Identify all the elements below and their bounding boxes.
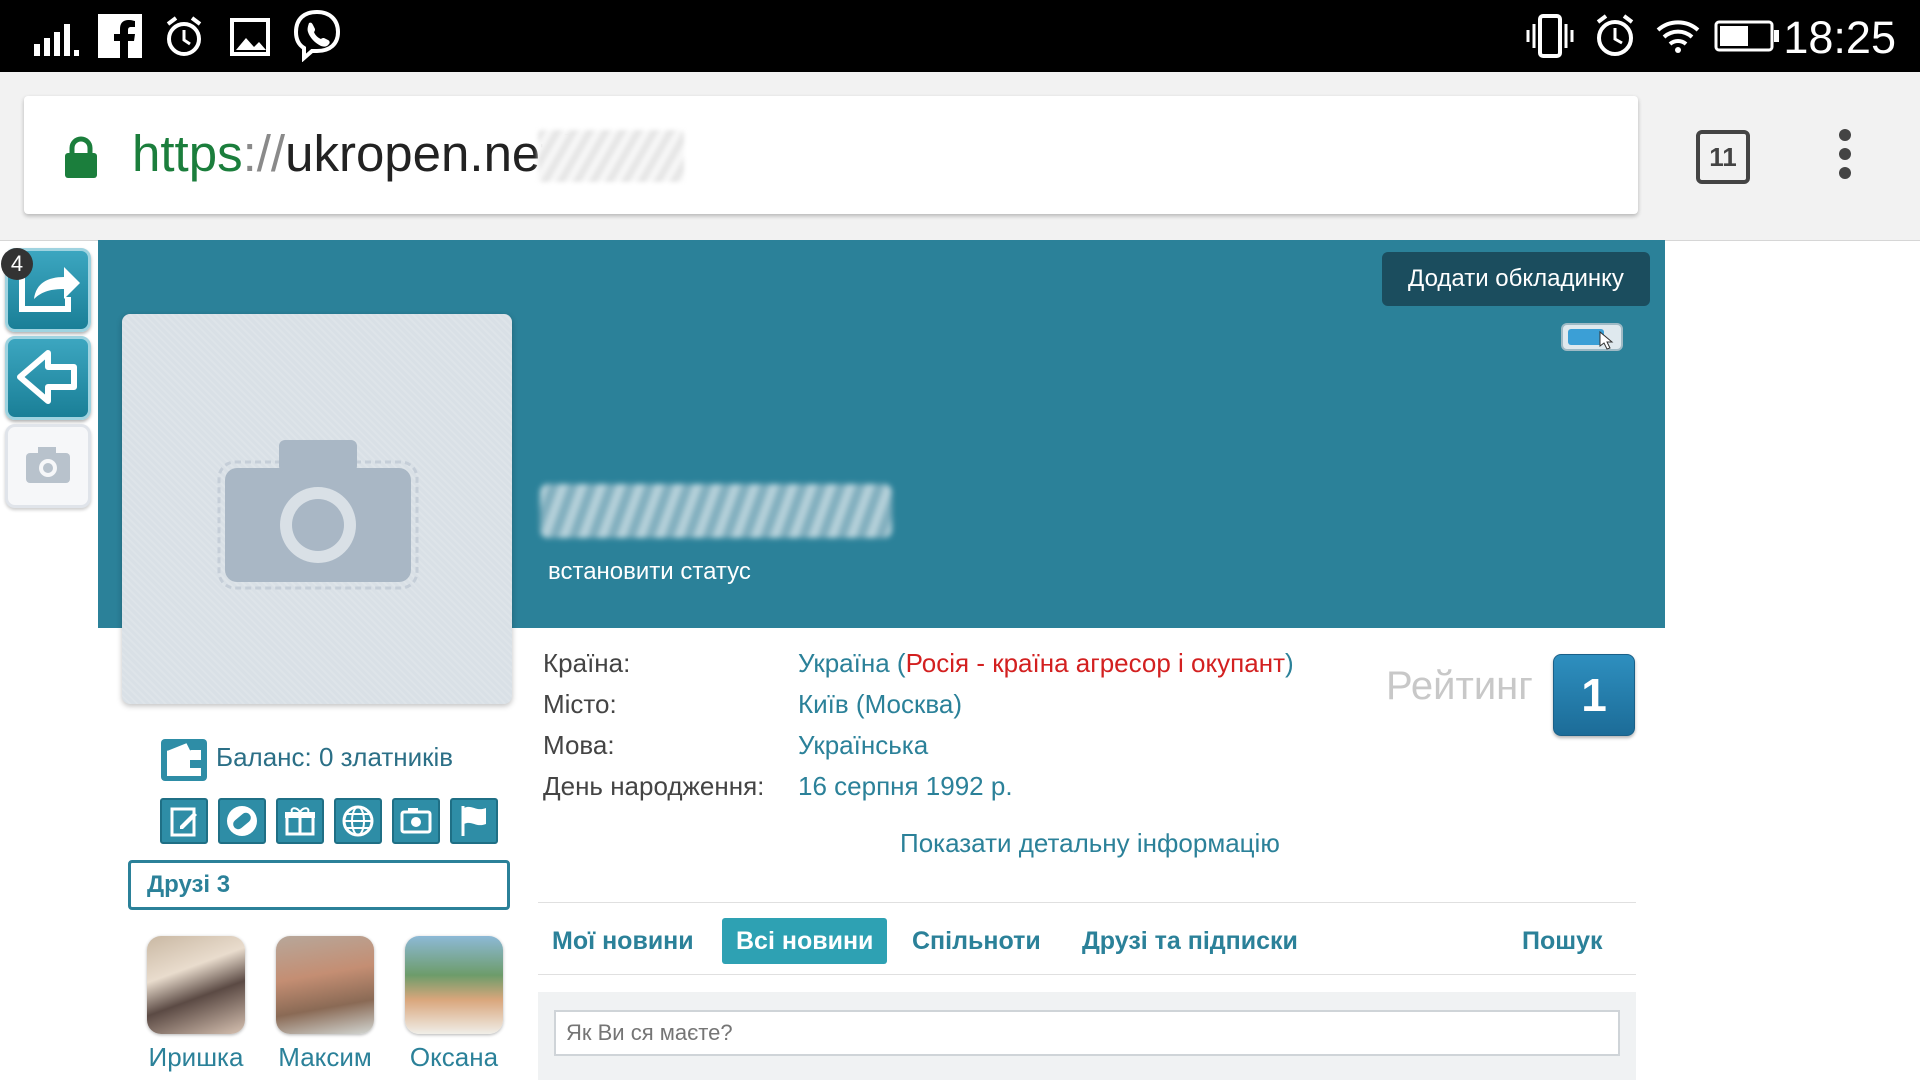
country-label: Країна: bbox=[543, 648, 631, 678]
post-composer bbox=[538, 992, 1636, 1080]
gift-button[interactable] bbox=[276, 798, 324, 844]
birthday-value: 16 серпня 1992 р. bbox=[798, 771, 1013, 801]
friends-title: Друзі 3 bbox=[147, 871, 231, 898]
wifi-icon bbox=[1656, 20, 1700, 53]
photo-icon bbox=[400, 808, 432, 834]
friend-card[interactable]: Оксана bbox=[404, 936, 504, 1073]
balance-text: Баланс: 0 златників bbox=[216, 742, 454, 772]
url-host: ukropen.net/ bbox=[285, 125, 569, 182]
friend-card[interactable]: Максим bbox=[275, 936, 375, 1073]
friend-avatar[interactable] bbox=[405, 936, 503, 1034]
back-button[interactable] bbox=[5, 336, 91, 420]
tab-my-news[interactable]: Мої новини bbox=[552, 918, 694, 964]
language-value[interactable]: Українська bbox=[798, 730, 928, 761]
city-value[interactable]: Київ (Москва) bbox=[798, 689, 962, 720]
divider bbox=[538, 902, 1636, 903]
friend-name[interactable]: Иришка bbox=[146, 1042, 246, 1073]
birthday-label: День народження: bbox=[543, 771, 765, 801]
browser-toolbar: https://ukropen.net/ 11 bbox=[0, 72, 1920, 241]
rating-label: Рейтинг bbox=[1386, 664, 1533, 708]
facebook-icon bbox=[98, 14, 142, 58]
pill-button[interactable] bbox=[218, 798, 266, 844]
tab-communities[interactable]: Спільноти bbox=[912, 918, 1041, 964]
url-scheme: https bbox=[132, 125, 243, 182]
language-label: Мова: bbox=[543, 730, 615, 760]
post-input[interactable] bbox=[554, 1010, 1620, 1056]
tab-search[interactable]: Пошук bbox=[1522, 918, 1603, 964]
tab-friends-subscriptions[interactable]: Друзі та підписки bbox=[1082, 918, 1298, 964]
show-details-link[interactable]: Показати детальну інформацію bbox=[900, 828, 1280, 859]
tab-all-news[interactable]: Всі новини bbox=[722, 918, 888, 964]
user-name-redacted bbox=[540, 484, 892, 538]
country-note: Росія - країна агресор і окупант bbox=[905, 648, 1285, 678]
flag-button[interactable] bbox=[450, 798, 498, 844]
rating-badge: 1 bbox=[1553, 654, 1635, 736]
image-icon bbox=[230, 18, 270, 56]
status-bar: 18:25 bbox=[0, 0, 1920, 72]
wallet-icon bbox=[161, 739, 207, 781]
address-bar[interactable]: https://ukropen.net/ bbox=[24, 96, 1638, 214]
signal-icon bbox=[34, 24, 79, 56]
divider bbox=[538, 974, 1636, 975]
pill-icon bbox=[227, 806, 257, 836]
globe-button[interactable] bbox=[334, 798, 382, 844]
country-close: ) bbox=[1285, 648, 1294, 678]
alarm-icon bbox=[166, 16, 202, 56]
url-text[interactable]: https://ukropen.net/ bbox=[132, 124, 569, 183]
friend-avatar[interactable] bbox=[147, 936, 245, 1034]
cover-toggle-icon[interactable] bbox=[1560, 320, 1624, 354]
overflow-menu-icon[interactable] bbox=[1838, 128, 1852, 180]
edit-button[interactable] bbox=[160, 798, 208, 844]
camera-icon bbox=[26, 447, 70, 483]
url-path-redacted bbox=[538, 130, 684, 182]
url-separator: :// bbox=[242, 125, 286, 182]
photo-button[interactable] bbox=[392, 798, 440, 844]
battery-icon bbox=[1714, 20, 1779, 52]
friend-name[interactable]: Максим bbox=[275, 1042, 375, 1073]
viber-icon bbox=[293, 9, 341, 62]
edit-icon bbox=[170, 807, 197, 837]
alarm-clock-icon bbox=[1596, 14, 1634, 56]
flag-icon bbox=[461, 806, 486, 836]
friend-name[interactable]: Оксана bbox=[404, 1042, 504, 1073]
country-value[interactable]: Україна (Росія - країна агресор і окупан… bbox=[798, 648, 1294, 679]
camera-button[interactable] bbox=[5, 424, 91, 508]
set-status-link[interactable]: встановити статус bbox=[548, 558, 751, 586]
add-cover-button[interactable]: Додати обкладинку bbox=[1382, 252, 1650, 306]
profile-page: Додати обкладинку встановити статус Бала… bbox=[98, 240, 1665, 1080]
clock-time: 18:25 bbox=[1783, 12, 1896, 63]
back-arrow-icon bbox=[17, 350, 77, 404]
lock-icon bbox=[65, 136, 97, 178]
vibrate-icon bbox=[1526, 14, 1574, 58]
country-name[interactable]: Україна ( bbox=[798, 648, 906, 678]
globe-icon bbox=[342, 805, 374, 837]
share-count-badge: 4 bbox=[1, 248, 33, 280]
avatar-camera-icon bbox=[217, 440, 419, 590]
friend-avatar[interactable] bbox=[276, 936, 374, 1034]
friends-header[interactable]: Друзі 3 bbox=[128, 860, 510, 910]
friend-card[interactable]: Иришка bbox=[146, 936, 246, 1073]
tab-switcher-button[interactable]: 11 bbox=[1696, 130, 1750, 184]
city-label: Місто: bbox=[543, 689, 617, 719]
profile-avatar[interactable] bbox=[122, 314, 512, 704]
gift-icon bbox=[285, 807, 315, 836]
